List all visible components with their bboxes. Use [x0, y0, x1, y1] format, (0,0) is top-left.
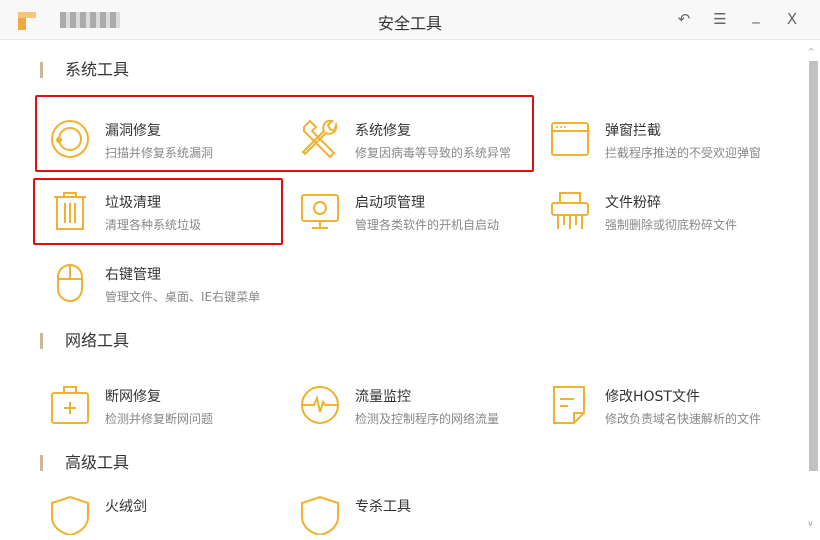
tool-junk-clean[interactable]: 垃圾清理 清理各种系统垃圾	[50, 187, 290, 235]
tool-title: 火绒剑	[105, 499, 147, 515]
window-icon	[551, 122, 589, 156]
tool-title: 流量监控	[355, 389, 411, 405]
window-title: 安全工具	[377, 14, 442, 33]
scroll-up-icon[interactable]: ^	[808, 47, 815, 57]
tool-context-menu[interactable]: 右键管理 管理文件、桌面、IE右键菜单	[50, 259, 290, 307]
tool-title: 右键管理	[105, 267, 161, 283]
scrollbar[interactable]: ^ v	[806, 41, 820, 540]
mouse-icon	[57, 264, 83, 302]
tool-title: 垃圾清理	[105, 195, 161, 211]
tool-network-repair[interactable]: 断网修复 检测并修复断网问题	[50, 381, 290, 429]
tool-title: 断网修复	[105, 389, 161, 405]
tools-panel: 系统工具 漏洞修复 扫描并修复系统漏洞 系统修复 修复因病毒等导致的系统异常 弹…	[0, 41, 806, 540]
trash-icon	[54, 192, 86, 230]
tool-special-kill[interactable]: 专杀工具	[300, 491, 540, 539]
tool-desc: 检测并修复断网问题	[105, 412, 214, 426]
tool-desc: 管理各类软件的开机自启动	[355, 218, 500, 232]
tool-title: 启动项管理	[355, 195, 425, 211]
minimize-button[interactable]: _	[746, 6, 766, 24]
first-aid-icon	[51, 386, 89, 424]
shredder-icon	[551, 192, 589, 229]
section-title: 网络工具	[40, 333, 129, 349]
tool-desc: 扫描并修复系统漏洞	[105, 146, 214, 160]
scroll-down-icon[interactable]: v	[808, 519, 813, 529]
close-button[interactable]: X	[782, 10, 802, 28]
tool-desc: 清理各种系统垃圾	[105, 218, 202, 232]
tool-title: 修改HOST文件	[605, 389, 700, 405]
tool-system-repair[interactable]: 系统修复 修复因病毒等导致的系统异常	[300, 115, 540, 163]
monitor-icon	[301, 194, 339, 229]
scrollbar-thumb[interactable]	[809, 61, 818, 471]
section-title: 高级工具	[40, 455, 129, 471]
tool-title: 漏洞修复	[105, 123, 161, 139]
pulse-icon	[301, 386, 339, 424]
tool-title: 系统修复	[355, 123, 411, 139]
tool-title: 专杀工具	[355, 499, 411, 515]
document-icon	[553, 386, 585, 424]
tool-host-file[interactable]: 修改HOST文件 修改负责域名快速解析的文件	[550, 381, 790, 429]
tool-desc: 检测及控制程序的网络流量	[355, 412, 500, 426]
tool-title: 文件粉碎	[605, 195, 661, 211]
tool-desc: 修复因病毒等导致的系统异常	[355, 146, 512, 160]
menu-icon[interactable]: ☰	[710, 10, 730, 28]
tool-desc: 管理文件、桌面、IE右键菜单	[105, 290, 261, 304]
tool-desc: 拦截程序推送的不受欢迎弹窗	[605, 146, 762, 160]
shield-icon	[51, 495, 89, 535]
back-icon[interactable]: ↶	[674, 10, 694, 28]
title-bar: 安全工具 ↶ ☰ _ X	[0, 0, 820, 40]
tool-file-shredder[interactable]: 文件粉碎 强制删除或彻底粉碎文件	[550, 187, 790, 235]
tool-startup-manager[interactable]: 启动项管理 管理各类软件的开机自启动	[300, 187, 540, 235]
tools-icon	[301, 119, 338, 159]
section-title: 系统工具	[40, 62, 129, 78]
tool-huorong-sword[interactable]: 火绒剑	[50, 491, 290, 539]
tool-popup-block[interactable]: 弹窗拦截 拦截程序推送的不受欢迎弹窗	[550, 115, 790, 163]
shield-icon	[301, 495, 339, 535]
vulnerability-icon	[51, 120, 89, 158]
tool-desc: 修改负责域名快速解析的文件	[605, 412, 762, 426]
tool-desc: 强制删除或彻底粉碎文件	[605, 218, 738, 232]
tool-title: 弹窗拦截	[605, 123, 661, 139]
tool-traffic-monitor[interactable]: 流量监控 检测及控制程序的网络流量	[300, 381, 540, 429]
tool-vulnerability-fix[interactable]: 漏洞修复 扫描并修复系统漏洞	[50, 115, 290, 163]
